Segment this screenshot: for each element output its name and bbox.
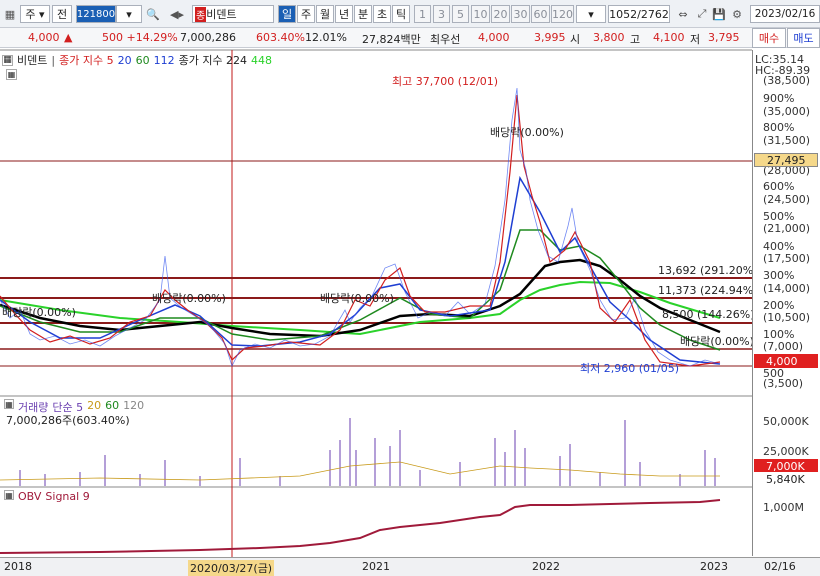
div-note-peak: 배당락(0.00%)	[490, 126, 564, 139]
price-legend: ▦ 비덴트 | 종가 지수 5 20 60 112 종가 지수 224 448	[2, 52, 272, 68]
obv-line	[0, 499, 721, 554]
level-label-1: 13,692 (291.20%)	[658, 264, 758, 277]
current-price-marker: 27,495	[754, 153, 818, 167]
x-label: 2023	[700, 560, 728, 573]
x-cursor-label: 2020/03/27(금)	[188, 560, 275, 576]
axis-label: (7,000)	[763, 340, 804, 353]
x-label: 2018	[4, 560, 32, 573]
panel-icon[interactable]: ▦	[6, 69, 17, 80]
x-label: 2021	[362, 560, 390, 573]
obv-signal: Signal 9	[45, 490, 90, 503]
grid-icon[interactable]: ▦	[2, 54, 13, 66]
volume-axis-label: 50,000K	[763, 415, 809, 428]
legend-ma60: 60	[135, 53, 150, 67]
price-candles	[0, 87, 721, 368]
axis-label: 900%	[763, 92, 795, 105]
obv-axis-label: 1,000M	[763, 501, 804, 514]
level-label-3: 8,500 (144.26%)	[662, 308, 755, 321]
ma5-line	[0, 94, 721, 367]
level-label-2: 11,373 (224.94%)	[658, 284, 758, 297]
x-label: 2022	[532, 560, 560, 573]
legend-divider: |	[51, 53, 56, 67]
legend-ma20: 20	[117, 53, 132, 67]
axis-label: (38,500)	[763, 74, 811, 87]
volume-value: 7,000,286주(603.40%)	[6, 414, 130, 427]
axis-label: (10,500)	[763, 311, 811, 324]
axis-label: (17,500)	[763, 252, 811, 265]
volume-axis-label: 25,000K	[763, 445, 809, 458]
axis-label: (35,000)	[763, 105, 811, 118]
legend-ma5: 종가 지수 5	[59, 54, 114, 67]
obv-legend: ▦ OBV Signal 9	[4, 490, 90, 503]
panel-icon[interactable]: ▦	[4, 399, 14, 409]
x-axis: 2018 2020/03/27(금) 2021 2022 2023 02/16	[0, 557, 820, 576]
volume-marker-2: 5,840K	[754, 472, 818, 486]
price-marker: 4,000	[754, 354, 818, 368]
div-note-2020: 배당락(0.00%)	[320, 292, 394, 305]
low-note: 최저 2,960 (01/05)	[580, 362, 680, 375]
volume-ma	[0, 461, 720, 481]
panel-icon[interactable]: ▦	[4, 490, 14, 500]
axis-label: 800%	[763, 121, 795, 134]
axis-label: (31,500)	[763, 134, 811, 147]
volume-marker: 7,000K	[754, 459, 818, 473]
axis-label: (21,000)	[763, 222, 811, 235]
div-note-2019: 배당락(0.00%)	[152, 292, 226, 305]
div-note-2018: 배당락(0.00%)	[2, 306, 76, 319]
x-right-label: 02/16	[764, 560, 796, 573]
div-note-2023: 배당락(0.00%)	[680, 335, 754, 348]
high-note: 최고 37,700 (12/01)	[392, 75, 499, 88]
volume-bars	[19, 418, 716, 486]
axis-label: (24,500)	[763, 193, 811, 206]
legend-ma112: 112	[153, 53, 175, 67]
obv-title: OBV	[18, 490, 42, 503]
axis-label: 600%	[763, 180, 795, 193]
legend-ma224: 종가 지수 224	[178, 54, 248, 67]
legend-ma448: 448	[251, 53, 273, 67]
ma20-line	[0, 175, 721, 365]
axis-label: (3,500)	[763, 377, 804, 390]
axis-label: (14,000)	[763, 282, 811, 295]
axis-label: 300%	[763, 269, 795, 282]
legend-name: 비덴트	[17, 54, 48, 67]
